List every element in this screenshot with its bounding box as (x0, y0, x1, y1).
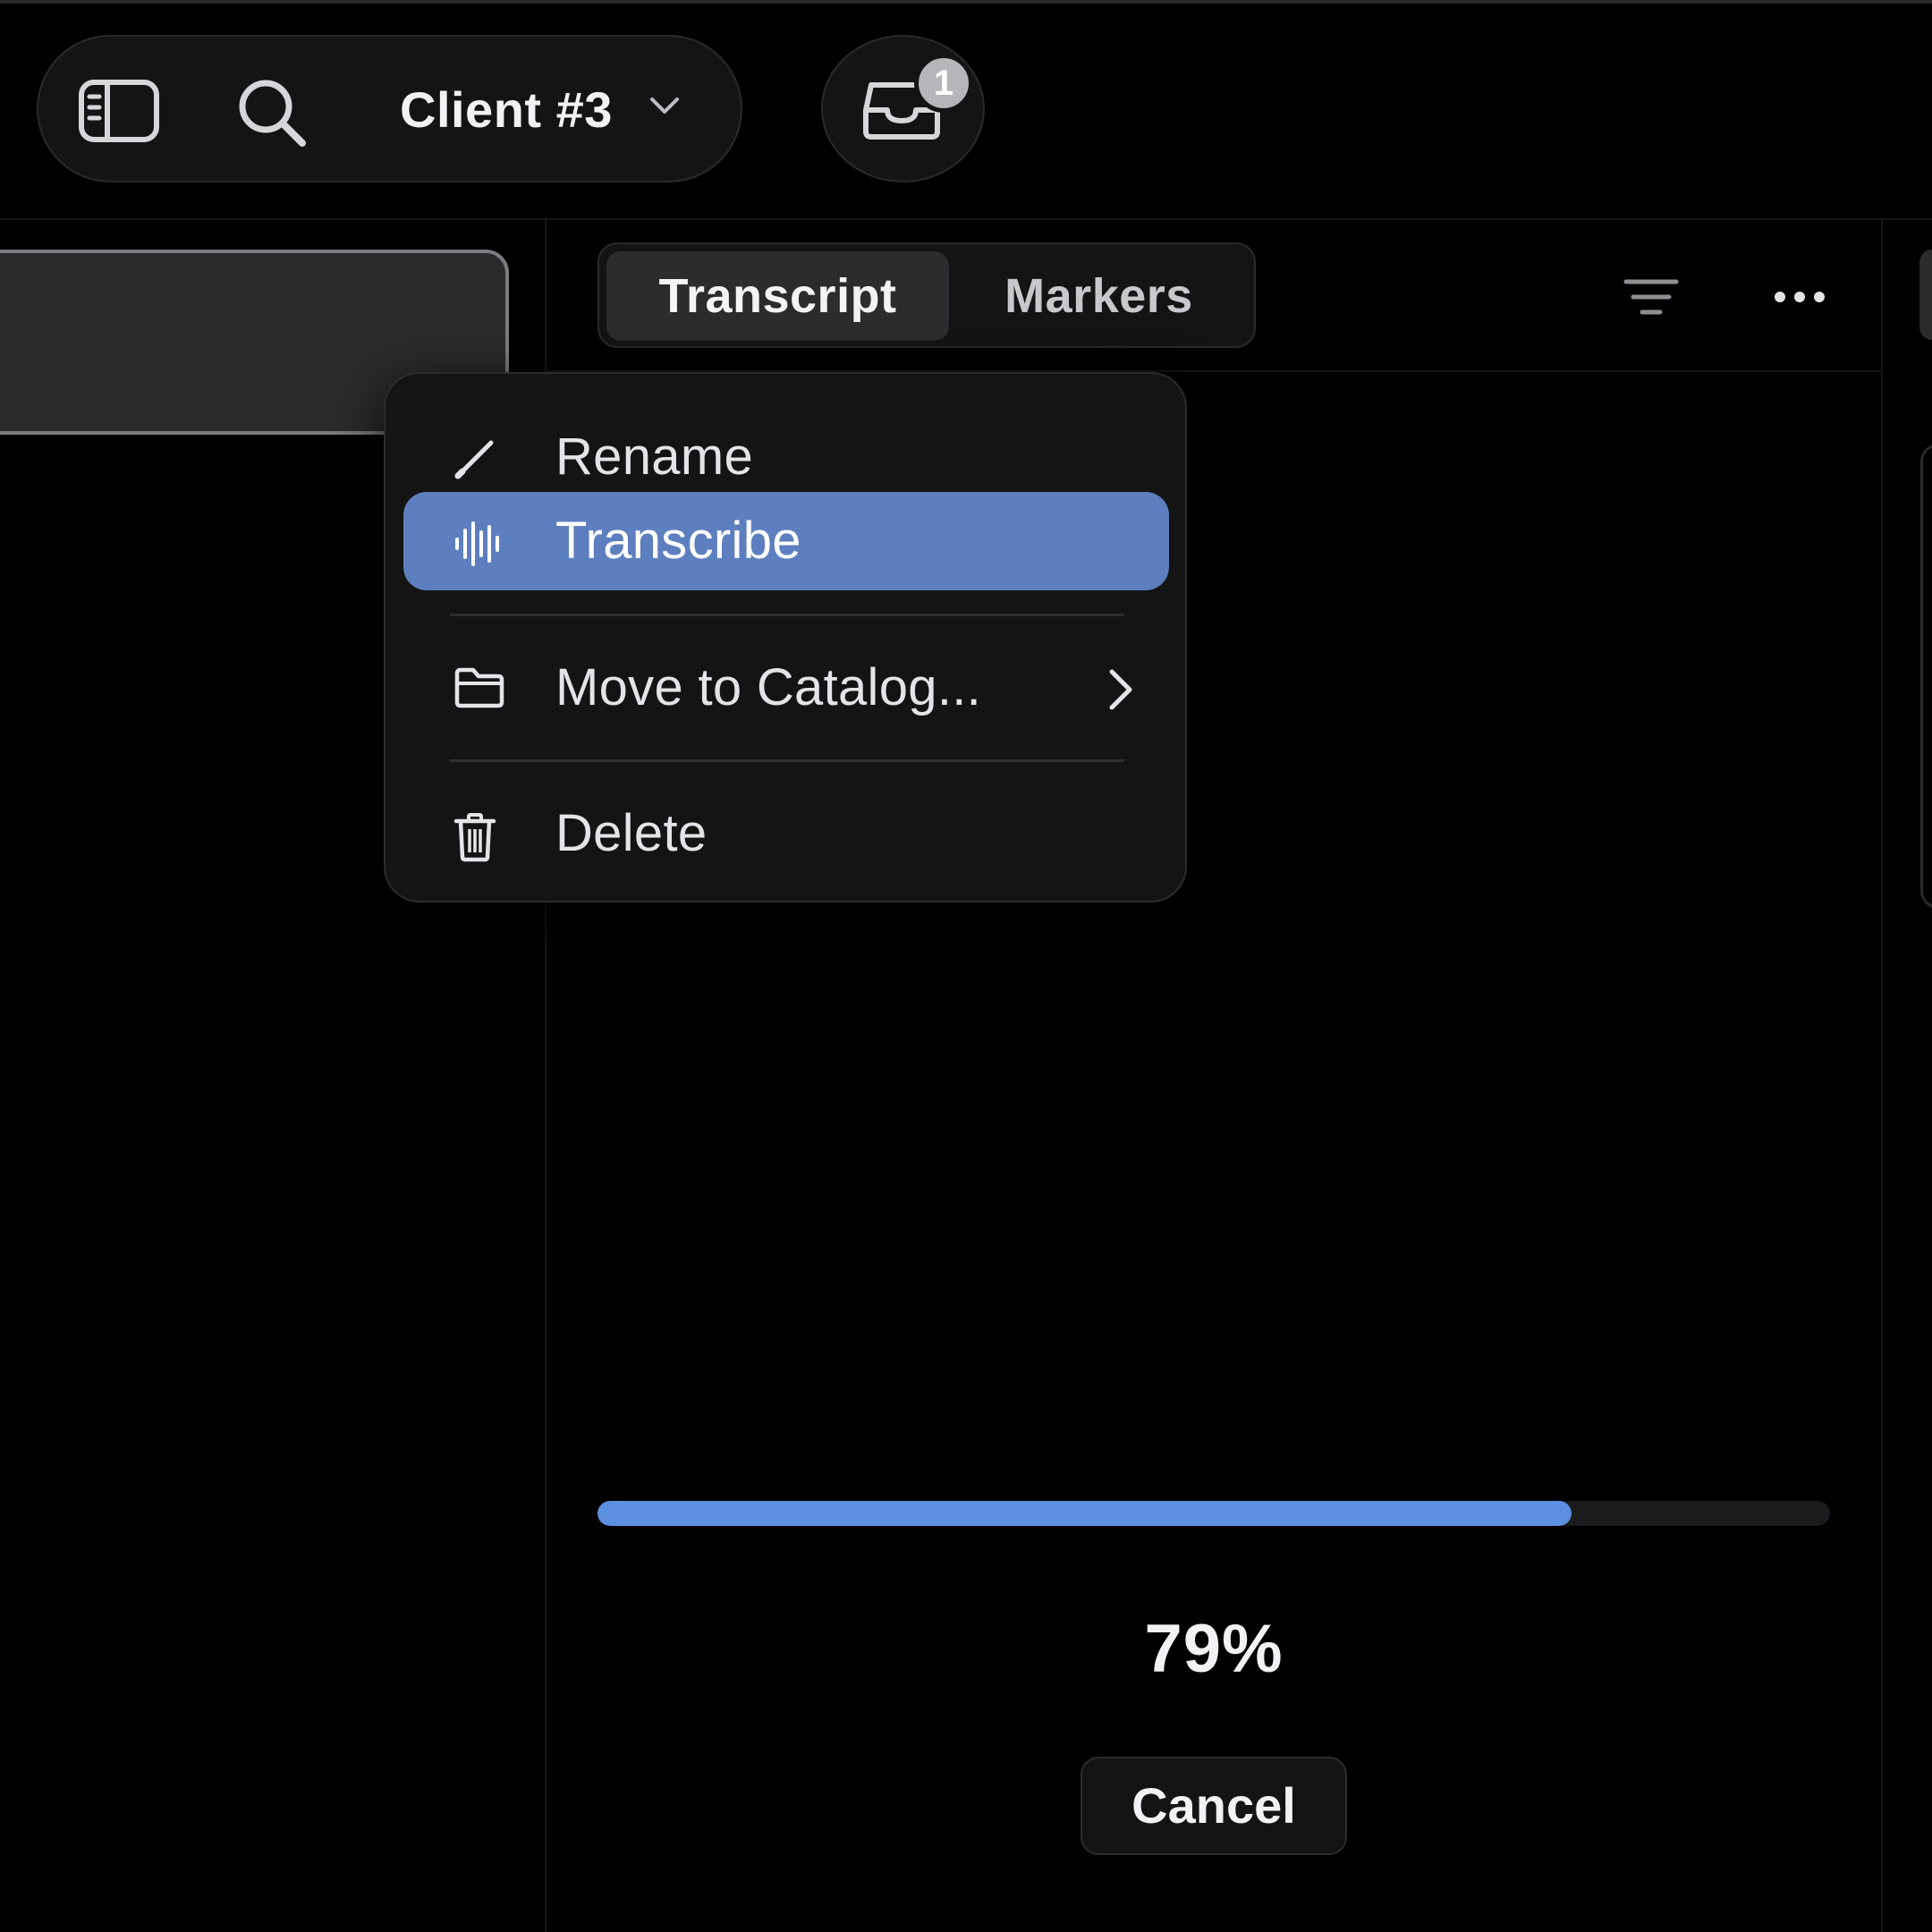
menu-item-transcribe[interactable]: Transcribe (403, 492, 1169, 590)
right-panel-card-edge (1920, 444, 1932, 909)
pencil-icon (454, 440, 494, 479)
progress-fill (597, 1501, 1572, 1526)
app-window: Client #3 1 Transcript Markers Rename Tr… (0, 0, 1932, 1932)
cancel-button[interactable]: Cancel (1080, 1757, 1347, 1855)
progress-percentage: 79% (1144, 1611, 1284, 1687)
sidebar-toggle-icon[interactable] (78, 79, 160, 143)
right-panel-edge (1919, 250, 1932, 340)
menu-item-delete[interactable]: Delete (403, 784, 1169, 883)
more-horizontal-icon[interactable] (1773, 287, 1826, 307)
tab-bar: Transcript Markers (597, 242, 1256, 348)
waveform-icon (455, 521, 499, 566)
chevron-down-icon[interactable] (649, 96, 680, 115)
workspace-title[interactable]: Client #3 (400, 80, 613, 140)
search-icon[interactable] (236, 77, 308, 148)
trash-icon (453, 813, 496, 862)
menu-item-label: Delete (555, 804, 708, 862)
panel-divider (1881, 219, 1883, 1932)
menu-item-label: Transcribe (555, 512, 801, 570)
tab-transcript[interactable]: Transcript (606, 251, 949, 341)
menu-item-label: Rename (555, 428, 754, 486)
header-divider (0, 218, 1932, 220)
context-menu: Rename Transcribe Move to Catalog... Del… (384, 372, 1187, 902)
filter-lines-icon[interactable] (1623, 278, 1679, 316)
inbox-badge: 1 (914, 54, 973, 113)
menu-item-move-to-catalog[interactable]: Move to Catalog... (403, 639, 1169, 737)
menu-separator (450, 614, 1124, 616)
toolbar: Client #3 (37, 35, 742, 182)
inbox-button[interactable]: 1 (821, 35, 985, 182)
folder-icon (454, 667, 504, 708)
chevron-right-icon (1109, 669, 1132, 710)
menu-item-label: Move to Catalog... (555, 658, 982, 716)
transcription-progress-bar (597, 1501, 1830, 1526)
window-top-edge (0, 0, 1932, 4)
tab-markers[interactable]: Markers (949, 251, 1249, 341)
menu-separator (450, 759, 1124, 762)
